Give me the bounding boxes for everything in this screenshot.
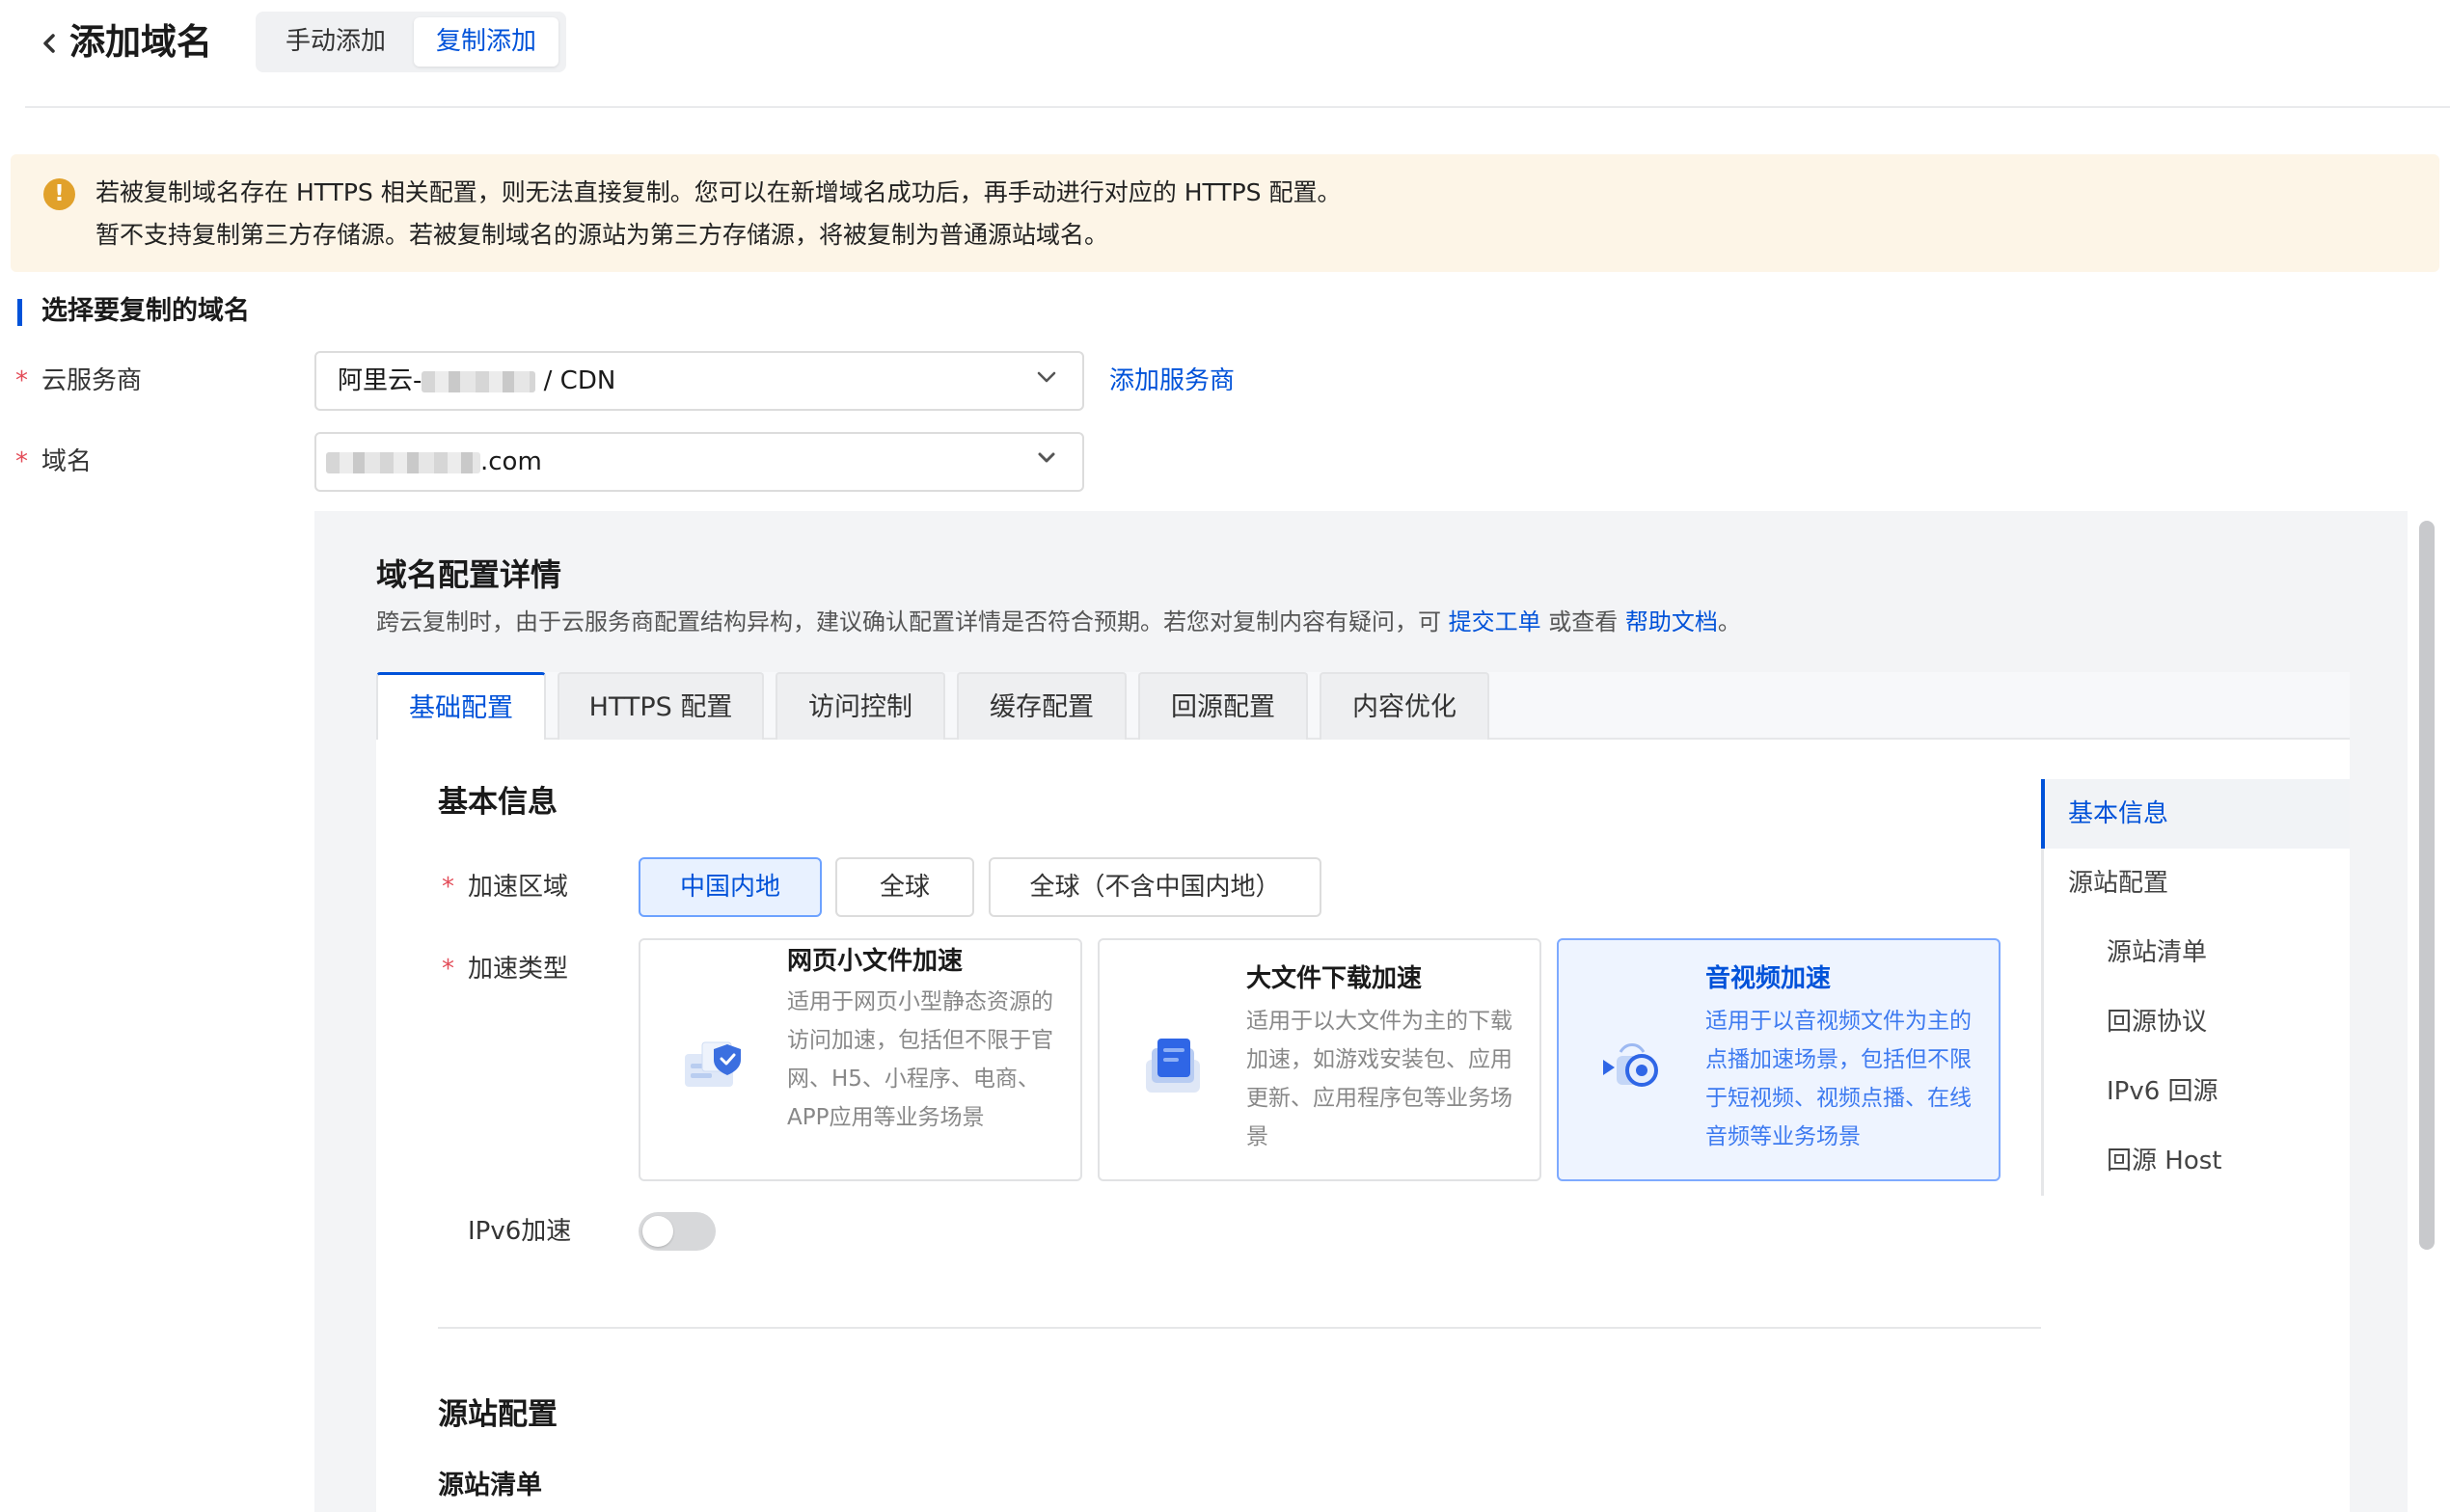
file-stack-icon xyxy=(1146,1039,1200,1093)
anchor-active-indicator xyxy=(2041,779,2045,849)
origin-list-title: 源站清单 xyxy=(438,1471,542,1500)
desc-mid: 或查看 xyxy=(1540,608,1625,635)
type-card-web[interactable]: 网页小文件加速 适用于网页小型静态资源的访问加速，包括但不限于官网、H5、小程序… xyxy=(639,938,1082,1181)
ipv6-label: IPv6加速 xyxy=(468,1217,572,1246)
add-provider-link[interactable]: 添加服务商 xyxy=(1109,362,1235,400)
origin-config-title: 源站配置 xyxy=(438,1397,558,1432)
chevron-down-icon xyxy=(1038,452,1055,463)
anchor-origin-protocol[interactable]: 回源协议 xyxy=(2107,1003,2207,1041)
masked-account xyxy=(422,370,536,392)
type-card-audio-video[interactable]: 音视频加速 适用于以音视频文件为主的点播加速场景，包括但不限于短视频、视频点播、… xyxy=(1557,938,2001,1181)
section-title: 选择要复制的域名 xyxy=(41,296,250,326)
type-label: 加速类型 xyxy=(468,955,569,984)
type-card-desc: 适用于网页小型静态资源的访问加速，包括但不限于官网、H5、小程序、电商、APP应… xyxy=(787,989,1053,1130)
help-doc-link[interactable]: 帮助文档 xyxy=(1625,608,1718,635)
provider-select[interactable]: 阿里云- / CDN xyxy=(314,351,1084,411)
notice-line-storage: 暂不支持复制第三方存储源。若被复制域名的源站为第三方存储源，将被复制为普通源站域… xyxy=(95,221,1109,249)
web-shield-icon xyxy=(685,1041,741,1087)
domain-label: 域名 xyxy=(41,447,93,476)
type-card-title: 大文件下载加速 xyxy=(1246,964,1423,993)
type-card-title: 网页小文件加速 xyxy=(787,947,964,976)
copy-add-tab[interactable]: 复制添加 xyxy=(414,17,558,67)
required-mark: * xyxy=(15,366,28,395)
tab-https-config[interactable]: HTTPS 配置 xyxy=(558,672,764,740)
type-card-desc: 适用于以大文件为主的下载加速，如游戏安装包、应用更新、应用程序包等业务场景 xyxy=(1246,1009,1512,1149)
domain-select[interactable]: .com xyxy=(314,432,1084,492)
detail-description: 跨云复制时，由于云服务商配置结构异构，建议确认配置详情是否符合预期。若您对复制内… xyxy=(376,604,1741,640)
region-label: 加速区域 xyxy=(468,873,569,902)
anchor-origin-host[interactable]: 回源 Host xyxy=(2107,1142,2221,1180)
anchor-ipv6-origin[interactable]: IPv6 回源 xyxy=(2107,1072,2219,1111)
manual-add-tab[interactable]: 手动添加 xyxy=(263,17,408,67)
type-card-desc: 适用于以音视频文件为主的点播加速场景，包括但不限于短视频、视频点播、在线音频等业… xyxy=(1705,1009,1972,1149)
detail-title: 域名配置详情 xyxy=(376,556,562,593)
tab-origin-pull-config[interactable]: 回源配置 xyxy=(1138,672,1308,740)
anchor-origin-list[interactable]: 源站清单 xyxy=(2107,933,2207,972)
region-option-global-ex-mainland[interactable]: 全球（不含中国内地） xyxy=(989,857,1321,917)
required-mark: * xyxy=(15,447,28,476)
provider-value: 阿里云- / CDN xyxy=(338,353,615,409)
provider-suffix: / CDN xyxy=(535,366,616,395)
chevron-left-icon[interactable] xyxy=(37,27,62,60)
chevron-down-icon xyxy=(1037,371,1056,383)
tab-content-optimization[interactable]: 内容优化 xyxy=(1320,672,1489,740)
submit-ticket-link[interactable]: 提交工单 xyxy=(1449,608,1541,635)
scrollbar[interactable] xyxy=(2419,521,2435,1250)
type-card-title: 音视频加速 xyxy=(1705,964,1832,993)
warning-icon: ! xyxy=(43,178,75,210)
provider-prefix: 阿里云- xyxy=(338,366,422,395)
content-divider xyxy=(438,1327,2041,1329)
desc-prefix: 跨云复制时，由于云服务商配置结构异构，建议确认配置详情是否符合预期。若您对复制内… xyxy=(376,608,1449,635)
tab-basic-config[interactable]: 基础配置 xyxy=(376,672,546,742)
tab-access-control[interactable]: 访问控制 xyxy=(776,672,945,740)
provider-label: 云服务商 xyxy=(41,366,143,395)
header-divider xyxy=(25,106,2450,108)
required-mark: * xyxy=(442,955,454,984)
notice-banner xyxy=(11,154,2439,272)
domain-suffix: .com xyxy=(480,447,542,476)
anchor-basic-info[interactable]: 基本信息 xyxy=(2068,795,2168,833)
toggle-knob xyxy=(642,1216,673,1247)
anchor-origin-config[interactable]: 源站配置 xyxy=(2068,864,2168,903)
video-camera-icon xyxy=(1603,1043,1658,1087)
page-title: 添加域名 xyxy=(69,21,212,63)
domain-value: .com xyxy=(326,434,542,490)
add-mode-switch: 手动添加 复制添加 xyxy=(256,12,566,72)
desc-suffix: 。 xyxy=(1717,608,1741,635)
region-option-mainland[interactable]: 中国内地 xyxy=(639,857,822,917)
masked-domain xyxy=(326,451,480,473)
basic-info-title: 基本信息 xyxy=(438,785,558,820)
type-card-large-file[interactable]: 大文件下载加速 适用于以大文件为主的下载加速，如游戏安装包、应用更新、应用程序包… xyxy=(1098,938,1541,1181)
region-option-global[interactable]: 全球 xyxy=(835,857,974,917)
notice-line-https: 若被复制域名存在 HTTPS 相关配置，则无法直接复制。您可以在新增域名成功后，… xyxy=(95,178,1342,206)
section-accent-bar xyxy=(17,299,22,326)
required-mark: * xyxy=(442,873,454,902)
tab-cache-config[interactable]: 缓存配置 xyxy=(957,672,1127,740)
